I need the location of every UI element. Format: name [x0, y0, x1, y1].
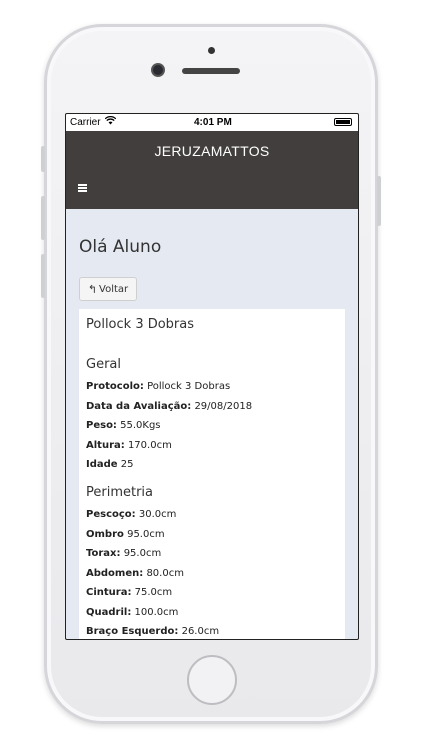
perimetria-row-quadril: Quadril: 100.0cm	[86, 607, 178, 618]
row-label: Braço Esquerdo:	[86, 626, 179, 637]
carrier-label: Carrier	[70, 117, 101, 128]
battery-icon	[334, 118, 352, 126]
row-value: 55.0Kgs	[120, 420, 161, 431]
perimetria-row-cintura: Cintura: 75.0cm	[86, 587, 172, 598]
mute-switch	[41, 146, 45, 172]
row-value: 75.0cm	[134, 587, 173, 598]
wifi-icon	[104, 116, 117, 128]
back-button-label: Voltar	[99, 283, 129, 295]
perimetria-row-braco-esquerdo: Braço Esquerdo: 26.0cm	[86, 626, 219, 637]
row-label: Pescoço:	[86, 509, 136, 520]
row-label: Peso:	[86, 420, 117, 431]
row-value: 26.0cm	[181, 626, 220, 637]
status-bar: Carrier 4:01 PM	[66, 114, 358, 131]
geral-row-protocolo: Protocolo: Pollock 3 Dobras	[86, 381, 230, 392]
row-value: 80.0cm	[146, 568, 184, 579]
page-title: Olá Aluno	[79, 237, 162, 257]
row-label: Altura:	[86, 440, 125, 451]
evaluation-panel: Pollock 3 Dobras Geral Protocolo: Polloc…	[79, 309, 345, 639]
geral-row-idade: Idade 25	[86, 459, 134, 470]
perimetria-row-pescoco: Pescoço: 30.0cm	[86, 509, 176, 520]
screen: Carrier 4:01 PM JERUZAMATTOS Olá Aluno ↰…	[65, 113, 359, 640]
row-value: 95.0cm	[127, 529, 165, 540]
row-value: 170.0cm	[127, 440, 172, 451]
section-geral-heading: Geral	[86, 357, 121, 372]
reply-arrow-icon: ↰	[87, 282, 98, 296]
row-label: Idade	[86, 459, 118, 470]
geral-row-data: Data da Avaliação: 29/08/2018	[86, 401, 252, 412]
back-button[interactable]: ↰ Voltar	[79, 277, 137, 301]
row-label: Quadril:	[86, 607, 132, 618]
volume-down-button	[41, 254, 45, 298]
power-button	[377, 176, 381, 226]
perimetria-row-ombro: Ombro 95.0cm	[86, 529, 165, 540]
geral-row-peso: Peso: 55.0Kgs	[86, 420, 161, 431]
navbar: JERUZAMATTOS	[66, 131, 358, 209]
row-label: Protocolo:	[86, 381, 144, 392]
row-label: Ombro	[86, 529, 124, 540]
evaluation-title: Pollock 3 Dobras	[86, 317, 195, 332]
geral-row-altura: Altura: 170.0cm	[86, 440, 172, 451]
perimetria-row-torax: Torax: 95.0cm	[86, 548, 161, 559]
proximity-sensor	[208, 47, 215, 54]
row-value: 95.0cm	[123, 548, 162, 559]
hamburger-icon[interactable]	[78, 184, 87, 192]
home-button[interactable]	[187, 655, 237, 705]
perimetria-row-abdomen: Abdomen: 80.0cm	[86, 568, 184, 579]
row-value: 25	[120, 459, 134, 470]
front-camera	[153, 65, 163, 75]
brand-title[interactable]: JERUZAMATTOS	[66, 143, 358, 159]
earpiece-speaker	[182, 68, 240, 74]
row-value: 29/08/2018	[194, 401, 253, 412]
main-content: Olá Aluno ↰ Voltar Pollock 3 Dobras Gera…	[66, 209, 358, 639]
row-value: Pollock 3 Dobras	[147, 381, 231, 392]
section-perimetria-heading: Perimetria	[86, 485, 154, 500]
status-time: 4:01 PM	[194, 117, 232, 128]
row-value: 100.0cm	[134, 607, 179, 618]
row-label: Cintura:	[86, 587, 132, 598]
row-label: Torax:	[86, 548, 121, 559]
row-value: 30.0cm	[138, 509, 177, 520]
row-label: Data da Avaliação:	[86, 401, 192, 412]
row-label: Abdomen:	[86, 568, 144, 579]
volume-up-button	[41, 196, 45, 240]
